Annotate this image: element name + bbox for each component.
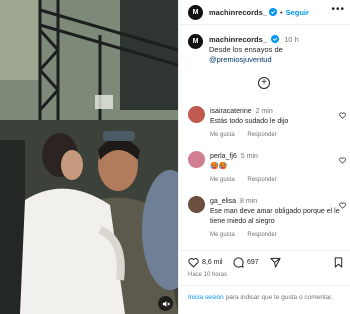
verified-badge-icon [271,35,280,43]
comment-time: 5 min [240,153,258,160]
comment-username[interactable]: ga_elisa [210,198,236,205]
login-prompt-text: para indicar que te gusta o comentar. [223,294,333,301]
commenter-avatar[interactable] [188,106,205,123]
comment-text: Estás todo sudado le dijo [210,118,289,125]
comment-action[interactable]: 697 [233,257,259,268]
comment-header: perla_fj6 5 min [210,153,258,160]
share-paper-plane-icon [270,257,281,268]
comment-like-button[interactable]: Me gusta [210,177,235,183]
comment-header: isairacaterine 2 min [210,108,273,115]
heart-icon [188,258,199,268]
comment-reply-button[interactable]: Responder [247,177,276,183]
comment-time: 8 min [240,198,258,205]
follow-button[interactable]: Seguir [286,8,309,17]
speaker-muted-icon [162,300,170,307]
save-action[interactable] [333,257,347,268]
comment-reply-button[interactable]: Responder [247,132,276,138]
caption-mention-link[interactable]: @premiosjuventud [209,55,272,64]
mute-button[interactable] [158,296,173,311]
comment-heart-icon[interactable] [339,112,346,119]
comment-username[interactable]: isairacaterine [210,108,252,115]
comment-heart-icon[interactable] [339,157,346,164]
comment-like-button[interactable]: Me gusta [210,132,235,138]
post-media[interactable] [0,0,178,314]
comment-reply-button[interactable]: Responder [247,232,276,238]
more-options-icon[interactable]: ••• [331,5,345,15]
comment-heart-icon[interactable] [339,202,346,209]
likes-count: 8,6 mil [202,259,223,266]
comment-username[interactable]: perla_fj6 [210,153,237,160]
commenter-avatar[interactable] [188,196,205,213]
caption-time: 10 h [284,35,299,44]
post-actions-bar: 8,6 mil 697 [179,250,350,271]
post-timestamp: Hace 10 horas [188,272,228,278]
video-frame [0,0,178,314]
comment-actions: Me gusta Responder [210,232,288,238]
commenter-avatar[interactable] [188,151,205,168]
comment-time: 2 min [255,108,273,115]
verified-badge-icon [268,8,277,16]
login-prompt: Inicia sesión para indicar que te gusta … [179,285,350,314]
comment-header: ga_elisa 8 min [210,198,257,205]
bookmark-icon [334,257,343,268]
author-username[interactable]: machinrecords_ [209,8,267,17]
caption-text: Desde los ensayos de [209,45,283,54]
comment-actions: Me gusta Responder [210,177,288,183]
post-panel: M machinrecords_ • Seguir ••• M machinre… [178,0,350,314]
comments-count: 697 [247,259,259,266]
comment-text: Ese man deve amar obligado porque el le … [210,208,340,225]
separator-dot: • [279,7,283,17]
login-link[interactable]: Inicia sesión [188,294,224,301]
caption-header: machinrecords_ 10 h [209,35,299,44]
comment-text: 🥵🥵 [210,163,228,170]
load-more-comments-button[interactable]: + [258,77,270,89]
author-avatar[interactable]: M [188,4,203,20]
caption-avatar[interactable]: M [188,34,203,49]
comment-actions: Me gusta Responder [210,132,288,138]
comment-like-button[interactable]: Me gusta [210,232,235,238]
like-action[interactable]: 8,6 mil [188,257,223,268]
caption-username[interactable]: machinrecords_ [209,35,267,44]
post-header: M machinrecords_ • Seguir ••• [179,0,350,25]
share-action[interactable] [270,257,284,268]
comment-bubble-icon [233,257,244,268]
